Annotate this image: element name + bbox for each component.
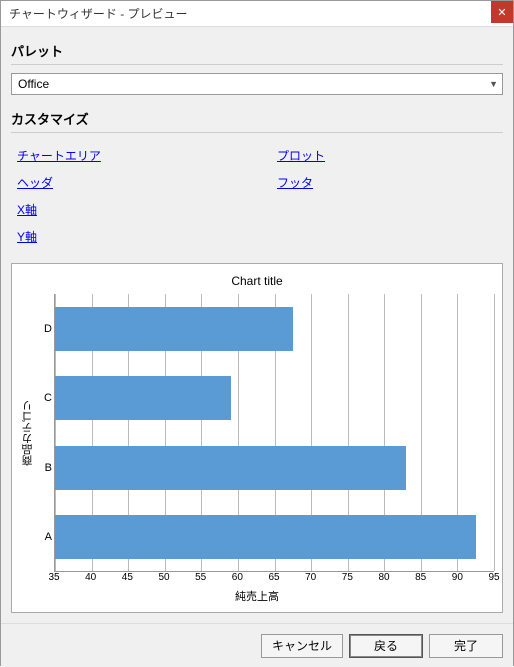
bar — [55, 515, 476, 559]
x-tick-label: 90 — [452, 572, 463, 583]
x-axis-label: 純売上高 — [20, 588, 494, 604]
y-category-label: B — [45, 462, 52, 474]
bar — [55, 307, 293, 351]
chevron-down-icon: ▼ — [489, 79, 498, 89]
x-tick-label: 70 — [305, 572, 316, 583]
x-tick-label: 85 — [415, 572, 426, 583]
customize-label: カスタマイズ — [11, 109, 503, 128]
link-chart-area[interactable]: チャートエリア — [17, 147, 101, 164]
chart-title: Chart title — [20, 274, 494, 288]
link-plot[interactable]: プロット — [277, 147, 325, 164]
close-button[interactable]: ✕ — [491, 1, 513, 23]
window-title: チャートウィザード - プレビュー — [9, 5, 188, 22]
x-tick-label: 60 — [232, 572, 243, 583]
x-ticks: 35404550556065707580859095 — [54, 572, 494, 586]
x-tick-label: 50 — [158, 572, 169, 583]
cancel-button[interactable]: キャンセル — [261, 634, 343, 658]
x-tick-label: 80 — [378, 572, 389, 583]
close-icon: ✕ — [497, 6, 506, 19]
divider — [11, 64, 503, 65]
gridline — [494, 294, 495, 571]
chart-preview: Chart title 商品カテゴリ D C B A 35 40 45 50 55 60 65 70… — [11, 263, 503, 613]
content-area: パレット Office ▼ カスタマイズ チャートエリア プロット ヘッダ フッ… — [1, 27, 513, 623]
link-y-axis[interactable]: Y軸 — [17, 228, 37, 245]
bar — [55, 446, 406, 490]
x-tick-label: 95 — [488, 572, 499, 583]
palette-value: Office — [18, 77, 489, 91]
y-category-label: C — [44, 392, 52, 404]
y-category-label: A — [45, 531, 52, 543]
x-tick-label: 65 — [268, 572, 279, 583]
back-button[interactable]: 戻る — [349, 634, 423, 658]
palette-label: パレット — [11, 41, 503, 60]
link-footer[interactable]: フッタ — [277, 174, 313, 191]
y-axis-label: 商品カテゴリ — [20, 294, 36, 572]
divider — [11, 132, 503, 133]
palette-dropdown[interactable]: Office ▼ — [11, 73, 503, 95]
link-x-axis[interactable]: X軸 — [17, 201, 37, 218]
x-tick-label: 40 — [85, 572, 96, 583]
x-tick-label: 35 — [48, 572, 59, 583]
title-bar: チャートウィザード - プレビュー ✕ — [1, 1, 513, 27]
bar — [55, 376, 231, 420]
finish-button[interactable]: 完了 — [429, 634, 503, 658]
x-tick-label: 55 — [195, 572, 206, 583]
y-categories: D C B A — [36, 294, 54, 572]
y-category-label: D — [44, 323, 52, 335]
customize-links: チャートエリア プロット ヘッダ フッタ X軸 Y軸 — [11, 141, 503, 263]
plot-area — [54, 294, 494, 572]
x-tick-label: 45 — [122, 572, 133, 583]
link-header[interactable]: ヘッダ — [17, 174, 53, 191]
button-bar: キャンセル 戻る 完了 — [1, 623, 513, 667]
x-tick-label: 75 — [342, 572, 353, 583]
